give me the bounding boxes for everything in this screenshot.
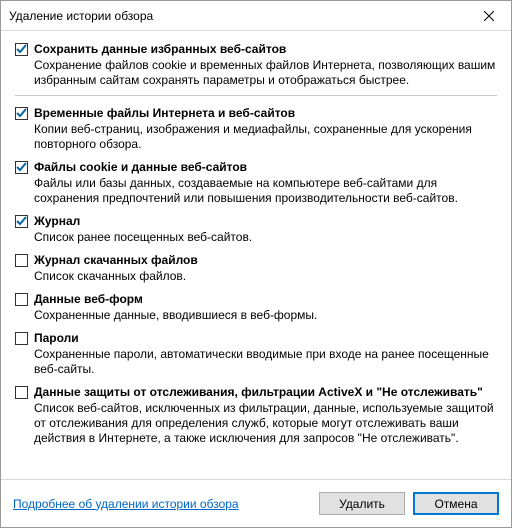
checkbox[interactable] <box>15 161 28 174</box>
option-label[interactable]: Данные веб-форм <box>34 291 143 307</box>
option-row: Журнал <box>15 213 497 229</box>
checkbox[interactable] <box>15 293 28 306</box>
option-row: Данные веб-форм <box>15 291 497 307</box>
option-description: Сохраненные данные, вводившиеся в веб-фо… <box>34 308 497 323</box>
cancel-button[interactable]: Отмена <box>413 492 499 515</box>
option-item: Данные веб-формСохраненные данные, вводи… <box>15 291 497 323</box>
learn-more-link[interactable]: Подробнее об удалении истории обзора <box>13 497 239 511</box>
dialog-footer: Подробнее об удалении истории обзора Уда… <box>1 479 511 527</box>
checkbox[interactable] <box>15 215 28 228</box>
option-row: Журнал скачанных файлов <box>15 252 497 268</box>
option-item: Сохранить данные избранных веб-сайтовСох… <box>15 41 497 88</box>
option-row: Сохранить данные избранных веб-сайтов <box>15 41 497 57</box>
option-item: Файлы cookie и данные веб-сайтовФайлы ил… <box>15 159 497 206</box>
titlebar: Удаление истории обзора <box>1 1 511 31</box>
option-description: Копии веб-страниц, изображения и медиафа… <box>34 122 497 152</box>
checkbox[interactable] <box>15 43 28 56</box>
option-label[interactable]: Данные защиты от отслеживания, фильтраци… <box>34 384 483 400</box>
dialog-content: Сохранить данные избранных веб-сайтовСох… <box>1 31 511 479</box>
option-description: Сохранение файлов cookie и временных фай… <box>34 58 497 88</box>
option-label[interactable]: Журнал скачанных файлов <box>34 252 198 268</box>
checkbox[interactable] <box>15 254 28 267</box>
option-row: Данные защиты от отслеживания, фильтраци… <box>15 384 497 400</box>
option-row: Файлы cookie и данные веб-сайтов <box>15 159 497 175</box>
close-button[interactable] <box>466 1 511 31</box>
option-label[interactable]: Файлы cookie и данные веб-сайтов <box>34 159 247 175</box>
checkbox[interactable] <box>15 386 28 399</box>
option-item: ЖурналСписок ранее посещенных веб-сайтов… <box>15 213 497 245</box>
checkbox[interactable] <box>15 332 28 345</box>
option-row: Пароли <box>15 330 497 346</box>
option-item: Данные защиты от отслеживания, фильтраци… <box>15 384 497 446</box>
option-label[interactable]: Пароли <box>34 330 79 346</box>
checkbox[interactable] <box>15 107 28 120</box>
option-label[interactable]: Временные файлы Интернета и веб-сайтов <box>34 105 295 121</box>
option-description: Список ранее посещенных веб-сайтов. <box>34 230 497 245</box>
option-item: Журнал скачанных файловСписок скачанных … <box>15 252 497 284</box>
separator <box>15 95 497 96</box>
option-row: Временные файлы Интернета и веб-сайтов <box>15 105 497 121</box>
delete-button[interactable]: Удалить <box>319 492 405 515</box>
option-label[interactable]: Сохранить данные избранных веб-сайтов <box>34 41 286 57</box>
window-title: Удаление истории обзора <box>1 9 466 23</box>
option-description: Список скачанных файлов. <box>34 269 497 284</box>
option-item: ПаролиСохраненные пароли, автоматически … <box>15 330 497 377</box>
option-item: Временные файлы Интернета и веб-сайтовКо… <box>15 105 497 152</box>
option-label[interactable]: Журнал <box>34 213 80 229</box>
dialog-window: Удаление истории обзора Сохранить данные… <box>0 0 512 528</box>
close-icon <box>484 11 494 21</box>
option-description: Сохраненные пароли, автоматически вводим… <box>34 347 497 377</box>
option-description: Файлы или базы данных, создаваемые на ко… <box>34 176 497 206</box>
option-description: Список веб-сайтов, исключенных из фильтр… <box>34 401 497 446</box>
